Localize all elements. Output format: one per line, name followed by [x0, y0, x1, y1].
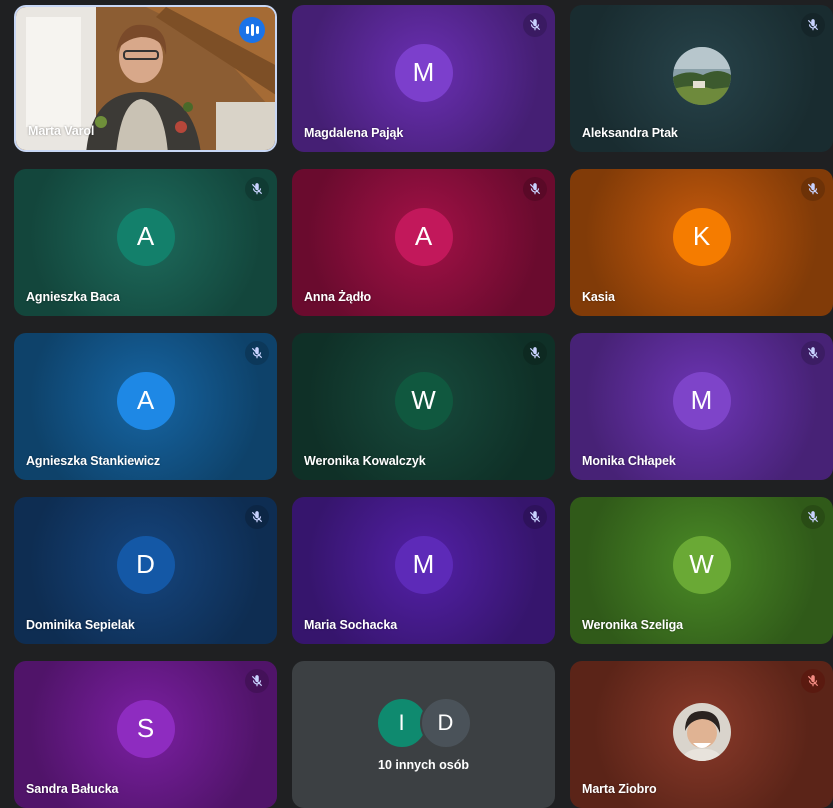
- mic-off-icon: [523, 341, 547, 365]
- mic-off-icon: [801, 669, 825, 693]
- participant-tile[interactable]: D Dominika Sepielak: [14, 497, 277, 644]
- participant-tile[interactable]: Aleksandra Ptak: [570, 5, 833, 152]
- avatar: A: [394, 207, 453, 266]
- mic-off-icon: [523, 177, 547, 201]
- participant-name: Aleksandra Ptak: [582, 126, 678, 140]
- participant-tile[interactable]: A Agnieszka Baca: [14, 169, 277, 316]
- participant-name: Sandra Bałucka: [26, 782, 119, 796]
- participant-tile[interactable]: A Agnieszka Stankiewicz: [14, 333, 277, 480]
- participant-name: Agnieszka Stankiewicz: [26, 454, 161, 468]
- other-participants-avatars: I D: [375, 696, 472, 749]
- avatar: [672, 46, 731, 105]
- participant-name: Anna Żądło: [304, 290, 372, 304]
- participant-grid: Marta Varol M Magdalena Pająk Aleksandra …: [14, 5, 833, 808]
- avatar: S: [116, 699, 175, 758]
- participant-name: Agnieszka Baca: [26, 290, 120, 304]
- avatar: W: [672, 535, 731, 594]
- avatar: [672, 702, 731, 761]
- mic-off-icon: [245, 177, 269, 201]
- participant-tile[interactable]: W Weronika Szeliga: [570, 497, 833, 644]
- participant-name: Weronika Kowalczyk: [304, 454, 426, 468]
- avatar: A: [116, 207, 175, 266]
- mic-off-icon: [245, 341, 269, 365]
- participant-name: Monika Chłapek: [582, 454, 676, 468]
- mic-off-icon: [801, 13, 825, 37]
- avatar: K: [672, 207, 731, 266]
- avatar: M: [672, 371, 731, 430]
- other-participants-label: 10 innych osób: [378, 758, 469, 772]
- avatar: D: [419, 696, 472, 749]
- self-video-tile[interactable]: Marta Varol: [14, 5, 277, 152]
- participant-tile[interactable]: A Anna Żądło: [292, 169, 555, 316]
- participant-name: Marta Ziobro: [582, 782, 657, 796]
- participant-tile[interactable]: M Monika Chłapek: [570, 333, 833, 480]
- other-participants-tile[interactable]: I D 10 innych osób: [292, 661, 555, 808]
- avatar: M: [394, 43, 453, 102]
- avatar: A: [116, 371, 175, 430]
- participant-name: Maria Sochacka: [304, 618, 398, 632]
- participant-name: Kasia: [582, 290, 615, 304]
- mic-off-icon: [523, 13, 547, 37]
- avatar: W: [394, 371, 453, 430]
- participant-name: Marta Varol: [28, 124, 95, 138]
- participant-tile[interactable]: W Weronika Kowalczyk: [292, 333, 555, 480]
- participant-tile[interactable]: Marta Ziobro: [570, 661, 833, 808]
- participant-tile[interactable]: M Magdalena Pająk: [292, 5, 555, 152]
- participant-tile[interactable]: K Kasia: [570, 169, 833, 316]
- mic-off-icon: [801, 505, 825, 529]
- participant-name: Dominika Sepielak: [26, 618, 135, 632]
- avatar: D: [116, 535, 175, 594]
- participant-tile[interactable]: S Sandra Bałucka: [14, 661, 277, 808]
- mic-off-icon: [245, 505, 269, 529]
- participant-name: Weronika Szeliga: [582, 618, 683, 632]
- mic-off-icon: [801, 341, 825, 365]
- mic-off-icon: [801, 177, 825, 201]
- mic-off-icon: [245, 669, 269, 693]
- audio-level-icon: [239, 17, 265, 43]
- mic-off-icon: [523, 505, 547, 529]
- participant-tile[interactable]: M Maria Sochacka: [292, 497, 555, 644]
- avatar: M: [394, 535, 453, 594]
- participant-name: Magdalena Pająk: [304, 126, 404, 140]
